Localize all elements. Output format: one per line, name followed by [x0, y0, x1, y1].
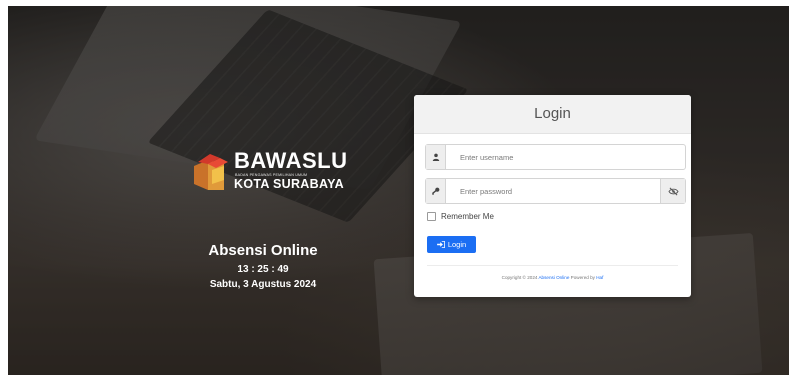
login-card: Login Remember Me	[414, 95, 691, 297]
sign-in-icon	[436, 241, 445, 248]
login-button-label: Login	[447, 240, 467, 249]
login-title: Login	[414, 95, 691, 134]
brand-name: BAWASLU	[234, 148, 348, 173]
remember-me[interactable]: Remember Me	[427, 212, 494, 221]
password-input[interactable]	[446, 179, 656, 203]
footer-divider	[427, 265, 678, 266]
username-group	[425, 144, 686, 170]
key-icon	[426, 179, 446, 203]
username-input[interactable]	[446, 145, 682, 169]
current-date: Sabtu, 3 Agustus 2024	[209, 279, 317, 290]
footer-app-link[interactable]: Absensi Online	[538, 275, 569, 280]
live-clock: 13 : 25 : 49	[237, 264, 289, 275]
brand-logo-block: BAWASLU BADAN PENGAWAS PEMILIHAN UMUM KO…	[190, 148, 350, 198]
user-icon	[426, 145, 446, 169]
footer-powered-by: Powered by	[570, 275, 595, 280]
bawaslu-logo-icon	[194, 154, 228, 190]
app-title: Absensi Online	[208, 242, 318, 259]
brand-city: KOTA SURABAYA	[234, 177, 344, 191]
footer-text: Copyright © 2024 Absensi Online Powered …	[414, 275, 691, 280]
login-button[interactable]: Login	[427, 236, 476, 253]
password-group	[425, 178, 686, 204]
remember-checkbox[interactable]	[427, 212, 436, 221]
footer-copyright: Copyright © 2024	[501, 275, 538, 280]
eye-slash-icon[interactable]	[660, 179, 685, 203]
footer-author-link[interactable]: Haf	[596, 275, 603, 280]
remember-label: Remember Me	[441, 212, 494, 221]
